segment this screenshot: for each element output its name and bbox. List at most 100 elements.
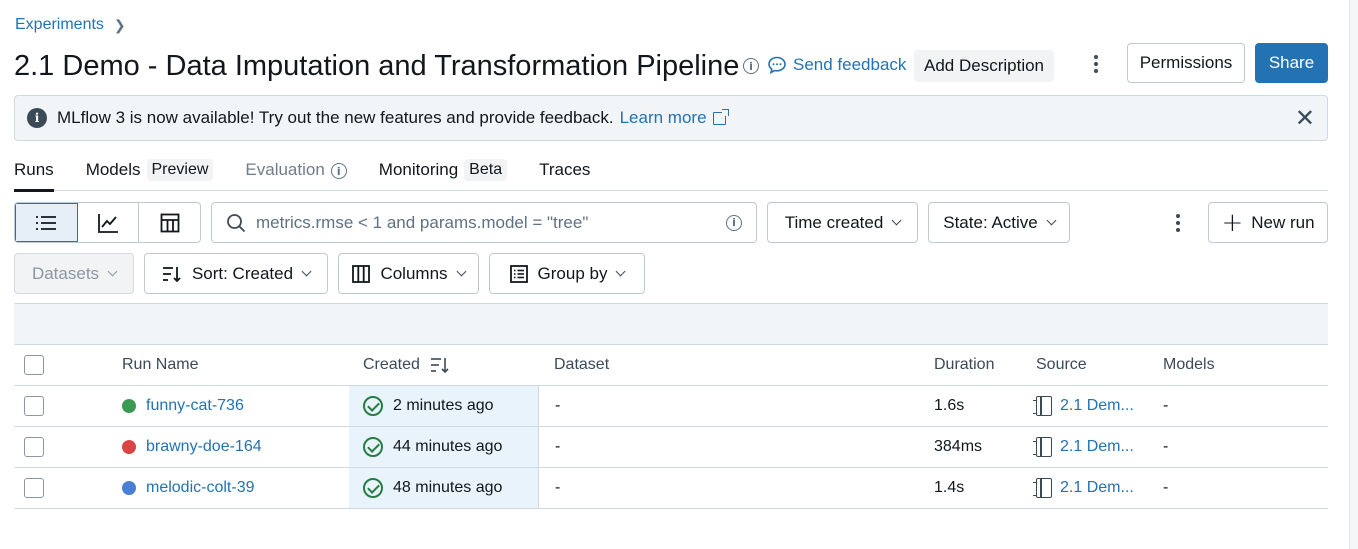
tab-traces-label: Traces — [539, 160, 591, 179]
state-filter-dropdown[interactable]: State: Active — [928, 202, 1070, 243]
new-run-label: New run — [1251, 212, 1315, 232]
page-title: 2.1 Demo - Data Imputation and Transform… — [14, 50, 740, 82]
chart-view-button[interactable] — [78, 203, 140, 242]
chevron-down-icon — [891, 215, 902, 226]
learn-more-label: Learn more — [619, 108, 707, 127]
column-header-created[interactable]: Created — [349, 345, 538, 385]
notebook-icon — [1033, 478, 1052, 498]
more-options-icon[interactable] — [1086, 52, 1106, 76]
time-created-dropdown[interactable]: Time created — [767, 202, 918, 243]
tab-monitoring[interactable]: Monitoring Beta — [378, 159, 508, 191]
row-checkbox[interactable] — [24, 478, 44, 498]
source-link[interactable]: 2.1 Dem... — [1060, 397, 1134, 415]
add-description-button[interactable]: Add Description — [914, 50, 1055, 82]
row-checkbox[interactable] — [24, 396, 44, 416]
state-filter-label: State: Active — [943, 212, 1038, 232]
column-header-models[interactable]: Models — [1163, 345, 1215, 385]
column-header-run-name[interactable]: Run Name — [122, 345, 198, 385]
info-filled-icon: i — [27, 108, 47, 128]
experiment-tabs: Runs Models Preview Evaluation i Monitorin… — [14, 159, 1328, 192]
column-header-source[interactable]: Source — [1036, 345, 1087, 385]
created-header-label: Created — [363, 356, 420, 373]
run-color-dot[interactable] — [122, 399, 136, 413]
columns-label: Columns — [380, 263, 448, 283]
run-name-link[interactable]: melodic-colt-39 — [146, 479, 254, 497]
view-mode-toggle — [14, 202, 201, 243]
dataset-cell: - — [538, 468, 928, 508]
sort-icon — [162, 266, 181, 282]
group-by-dropdown[interactable]: Group by — [489, 253, 645, 294]
sort-label: Sort: Created — [191, 263, 294, 283]
tab-traces[interactable]: Traces — [539, 160, 590, 191]
models-cell: - — [1163, 479, 1169, 496]
preview-tag: Preview — [146, 159, 214, 181]
external-link-icon — [712, 108, 729, 125]
notebook-icon — [1033, 396, 1052, 416]
beta-tag: Beta — [464, 159, 508, 181]
run-name-link[interactable]: brawny-doe-164 — [146, 438, 262, 456]
dataset-cell: - — [538, 386, 928, 426]
table-icon — [160, 213, 180, 232]
select-all-checkbox[interactable] — [24, 355, 44, 375]
table-header-row: Run Name Created Dataset Duration Source… — [14, 345, 1328, 386]
tab-evaluation-label: Evaluation — [245, 160, 325, 179]
source-link[interactable]: 2.1 Dem... — [1060, 479, 1134, 497]
share-button[interactable]: Share — [1255, 43, 1328, 83]
datasets-dropdown[interactable]: Datasets — [14, 253, 134, 294]
permissions-button[interactable]: Permissions — [1127, 43, 1245, 83]
page-scrollbar[interactable] — [1349, 0, 1358, 549]
notebook-icon — [1033, 437, 1052, 457]
info-icon[interactable]: i — [743, 58, 759, 74]
group-by-label: Group by — [537, 263, 608, 283]
chevron-down-icon — [1046, 215, 1057, 226]
close-icon[interactable]: ✕ — [1295, 106, 1315, 130]
runs-table: Run Name Created Dataset Duration Source… — [14, 303, 1328, 509]
duration-cell: 1.6s — [934, 397, 965, 414]
banner-text: MLflow 3 is now available! Try out the n… — [57, 108, 614, 127]
models-cell: - — [1163, 397, 1169, 414]
more-options-icon[interactable] — [1168, 210, 1188, 236]
chevron-down-icon — [107, 266, 118, 277]
success-check-icon — [363, 478, 383, 498]
search-icon — [227, 213, 246, 232]
send-feedback-label: Send feedback — [793, 55, 907, 74]
tab-runs-label: Runs — [14, 160, 54, 179]
tab-models[interactable]: Models Preview — [86, 159, 214, 191]
duration-cell: 384ms — [934, 438, 983, 455]
row-checkbox[interactable] — [24, 437, 44, 457]
sort-dropdown[interactable]: Sort: Created — [144, 253, 328, 294]
datasets-label: Datasets — [31, 263, 100, 283]
columns-icon — [352, 264, 371, 283]
learn-more-link[interactable]: Learn more — [619, 108, 729, 128]
run-color-dot[interactable] — [122, 440, 136, 454]
chevron-down-icon — [616, 266, 626, 277]
success-check-icon — [363, 437, 383, 457]
columns-dropdown[interactable]: Columns — [338, 253, 479, 294]
group-list-icon — [509, 264, 528, 283]
source-link[interactable]: 2.1 Dem... — [1060, 438, 1134, 456]
breadcrumb-experiments-link[interactable]: Experiments — [15, 16, 104, 34]
line-chart-icon — [98, 213, 118, 233]
chevron-down-icon — [301, 266, 312, 277]
list-view-button[interactable] — [15, 203, 78, 242]
sort-descending-icon — [430, 358, 449, 374]
table-view-button[interactable] — [139, 203, 200, 242]
search-input[interactable] — [256, 212, 726, 233]
table-row: melodic-colt-39 48 minutes ago - 1.4s 2.… — [14, 468, 1328, 509]
tab-monitoring-label: Monitoring — [378, 160, 459, 179]
duration-cell: 1.4s — [934, 479, 965, 496]
send-feedback-link[interactable]: Send feedback — [767, 55, 906, 75]
column-header-dataset[interactable]: Dataset — [538, 345, 928, 385]
plus-icon: + — [1221, 207, 1244, 238]
tab-runs[interactable]: Runs — [14, 160, 54, 192]
run-color-dot[interactable] — [122, 481, 136, 495]
tab-evaluation[interactable]: Evaluation i — [245, 160, 347, 191]
info-icon[interactable]: i — [726, 214, 742, 231]
new-run-button[interactable]: + New run — [1208, 202, 1328, 243]
info-icon[interactable]: i — [330, 163, 347, 179]
table-row: brawny-doe-164 44 minutes ago - 384ms 2.… — [14, 427, 1328, 468]
created-time: 44 minutes ago — [393, 438, 503, 455]
column-header-duration[interactable]: Duration — [934, 345, 994, 385]
run-name-link[interactable]: funny-cat-736 — [146, 397, 244, 415]
breadcrumb: Experiments ❯ — [15, 16, 126, 34]
